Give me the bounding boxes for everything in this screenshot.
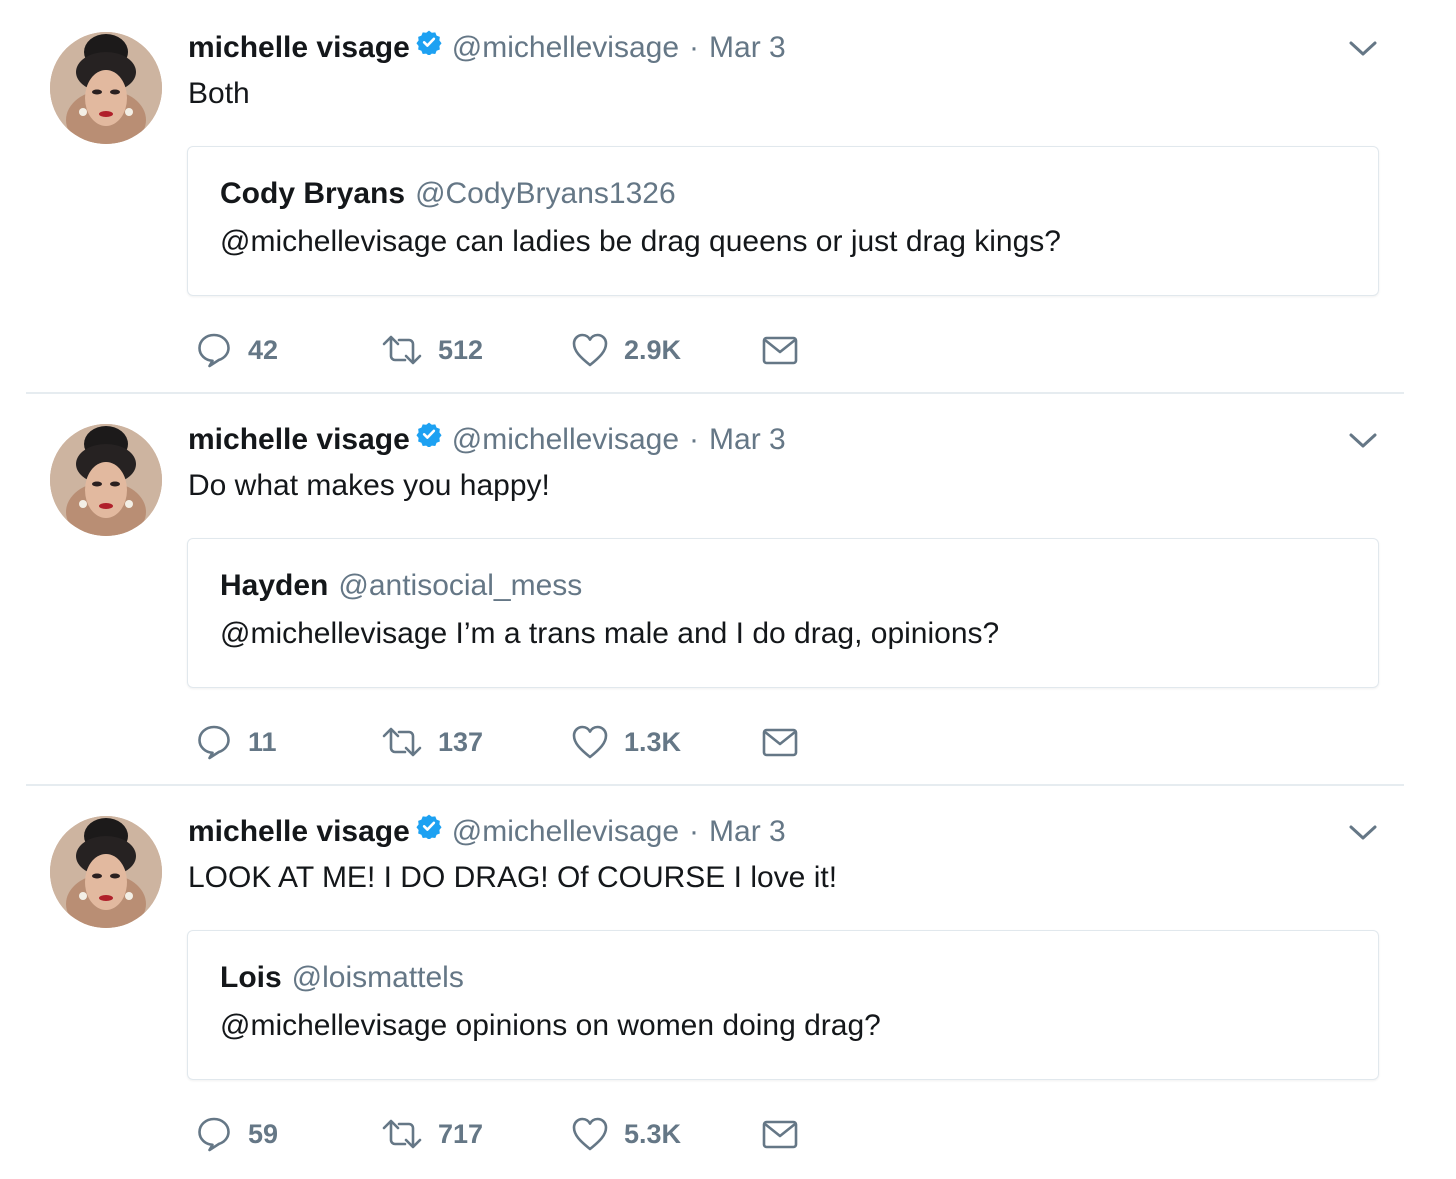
- reply-button[interactable]: 11: [194, 722, 277, 762]
- like-button[interactable]: 2.9K: [570, 330, 681, 370]
- tweet-actions: 11 137 1.3K: [190, 722, 890, 762]
- quoted-tweet-text: @michellevisage can ladies be drag queen…: [220, 225, 1061, 258]
- quoted-tweet-text: @michellevisage I’m a trans male and I d…: [220, 617, 1000, 650]
- direct-message-button[interactable]: [760, 1114, 800, 1154]
- reply-bubble-icon: [198, 1117, 230, 1152]
- separator: ·: [689, 815, 700, 848]
- quoted-tweet[interactable]: Cody Bryans @CodyBryans1326 @michellevisa…: [187, 146, 1379, 296]
- tweet-actions: 59 717 5.3K: [190, 1114, 890, 1154]
- avatar-image: [50, 816, 162, 928]
- direct-message-button[interactable]: [760, 722, 800, 762]
- retweet-button[interactable]: 717: [380, 1114, 483, 1154]
- quoted-tweet[interactable]: Lois @loismattels @michellevisage opinion…: [187, 930, 1379, 1080]
- chevron-down-icon[interactable]: [1346, 36, 1380, 60]
- author-handle[interactable]: @michellevisage: [452, 31, 679, 65]
- quoted-author-name: Hayden: [220, 569, 329, 602]
- avatar-image: [50, 424, 162, 536]
- quoted-author-handle: @antisocial_mess: [338, 569, 583, 602]
- retweet-button[interactable]: 512: [380, 330, 483, 370]
- tweet[interactable]: michelle visage @michellevisage · Mar 3 …: [0, 0, 1456, 392]
- tweet-text: Both: [188, 77, 250, 110]
- tweet-text: Do what makes you happy!: [188, 469, 550, 502]
- quoted-author-handle: @loismattels: [291, 961, 464, 994]
- tweet-actions: 42 512 2.9K: [190, 330, 890, 370]
- quoted-tweet[interactable]: Hayden @antisocial_mess @michellevisage I…: [187, 538, 1379, 688]
- direct-message-button[interactable]: [760, 330, 800, 370]
- quoted-tweet-header: Lois @loismattels: [220, 961, 464, 995]
- reply-count: 59: [248, 1118, 279, 1149]
- quoted-tweet-header: Cody Bryans @CodyBryans1326: [220, 177, 676, 211]
- like-button[interactable]: 1.3K: [570, 722, 681, 762]
- retweet-count: 137: [438, 726, 484, 757]
- heart-icon: [572, 725, 608, 759]
- retweet-count: 717: [438, 1118, 484, 1149]
- tweet[interactable]: michelle visage @michellevisage · Mar 3 …: [0, 784, 1456, 1176]
- author-handle[interactable]: @michellevisage: [452, 423, 679, 457]
- tweet-header: michelle visage @michellevisage · Mar 3: [188, 418, 786, 462]
- reply-button[interactable]: 42: [194, 330, 278, 370]
- retweet-icon: [382, 1119, 422, 1149]
- like-count: 5.3K: [624, 1118, 682, 1149]
- chevron-down-icon[interactable]: [1346, 820, 1380, 844]
- like-button[interactable]: 5.3K: [570, 1114, 681, 1154]
- retweet-count: 512: [438, 334, 484, 365]
- reply-bubble-icon: [198, 333, 230, 368]
- tweet-header: michelle visage @michellevisage · Mar 3: [188, 26, 786, 70]
- reply-count: 11: [248, 726, 277, 757]
- verified-badge-icon: [416, 813, 442, 840]
- avatar[interactable]: [50, 424, 162, 536]
- like-count: 2.9K: [624, 334, 682, 365]
- author-name[interactable]: michelle visage: [188, 31, 410, 65]
- avatar-image: [50, 32, 162, 144]
- envelope-icon: [762, 336, 798, 365]
- retweet-icon: [382, 727, 422, 757]
- tweet-date[interactable]: Mar 3: [709, 31, 786, 65]
- tweet-date[interactable]: Mar 3: [709, 423, 786, 457]
- quoted-author-name: Cody Bryans: [220, 177, 406, 210]
- heart-icon: [572, 1117, 608, 1151]
- quoted-tweet-header: Hayden @antisocial_mess: [220, 569, 582, 603]
- heart-icon: [572, 333, 608, 367]
- separator: ·: [689, 31, 700, 64]
- reply-button[interactable]: 59: [194, 1114, 278, 1154]
- avatar[interactable]: [50, 816, 162, 928]
- envelope-icon: [762, 1120, 798, 1149]
- retweet-button[interactable]: 137: [380, 722, 483, 762]
- retweet-icon: [382, 335, 422, 365]
- author-name[interactable]: michelle visage: [188, 815, 410, 849]
- tweet-text: LOOK AT ME! I DO DRAG! Of COURSE I love …: [188, 861, 838, 894]
- tweet[interactable]: michelle visage @michellevisage · Mar 3 …: [0, 392, 1456, 784]
- reply-count: 42: [248, 334, 279, 365]
- quoted-tweet-text: @michellevisage opinions on women doing …: [220, 1009, 881, 1042]
- quoted-author-handle: @CodyBryans1326: [415, 177, 676, 210]
- author-name[interactable]: michelle visage: [188, 423, 410, 457]
- verified-badge-icon: [416, 29, 442, 56]
- chevron-down-icon[interactable]: [1346, 428, 1380, 452]
- separator: ·: [689, 423, 700, 456]
- envelope-icon: [762, 728, 798, 757]
- tweet-date[interactable]: Mar 3: [709, 815, 786, 849]
- tweet-header: michelle visage @michellevisage · Mar 3: [188, 810, 786, 854]
- verified-badge-icon: [416, 421, 442, 448]
- avatar[interactable]: [50, 32, 162, 144]
- reply-bubble-icon: [198, 725, 230, 760]
- quoted-author-name: Lois: [220, 961, 282, 994]
- author-handle[interactable]: @michellevisage: [452, 815, 679, 849]
- like-count: 1.3K: [624, 726, 682, 757]
